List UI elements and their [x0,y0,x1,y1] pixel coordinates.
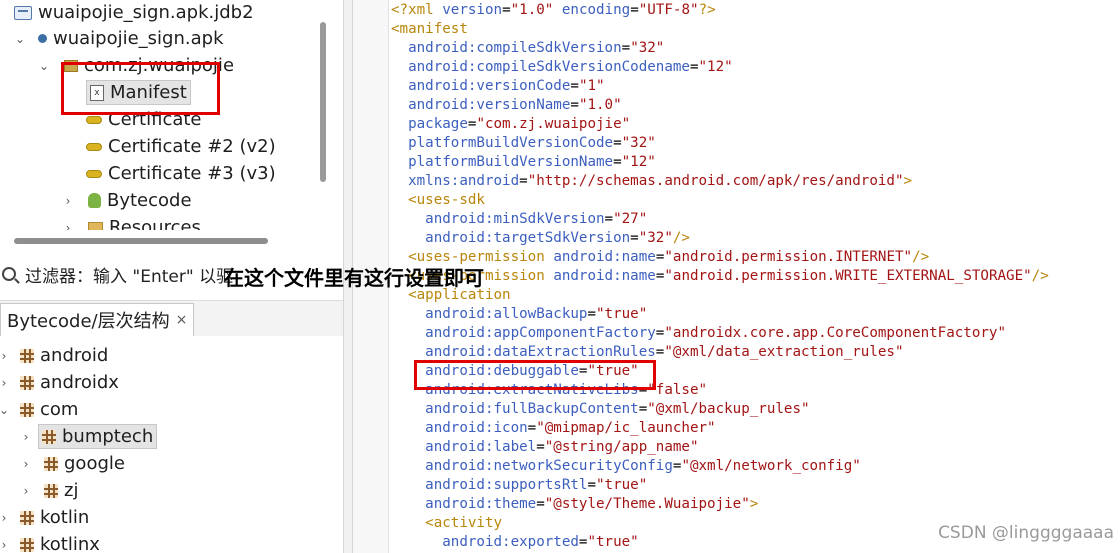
hierarchy-item-com[interactable]: ⌄ com [0,396,78,423]
code-line[interactable]: android:appComponentFactory="androidx.co… [391,324,1120,343]
code-line[interactable]: android:fullBackupContent="@xml/backup_r… [391,400,1120,419]
chevron-down-icon[interactable]: ⌄ [38,59,50,73]
chevron-right-icon[interactable]: › [0,511,10,525]
vertical-scrollbar[interactable] [320,22,326,182]
key-icon [86,115,102,124]
code-line[interactable]: android:versionName="1.0" [391,96,1120,115]
code-line[interactable]: xmlns:android="http://schemas.android.co… [391,172,1120,191]
hierarchy-tree: › android › androidx ⌄ com › bumptech › … [0,340,343,553]
code-line[interactable]: <uses-permission android:name="android.p… [391,267,1120,286]
hierarchy-item-zj[interactable]: › zj [20,477,79,504]
code-line[interactable]: android:allowBackup="true" [391,305,1120,324]
tree-item-bytecode[interactable]: › Bytecode [62,187,192,214]
selected-item[interactable]: bumptech [38,424,158,449]
tree-item-label: androidx [40,372,119,393]
tree-item-apk[interactable]: ⌄ wuaipojie_sign.apk [14,25,224,52]
code-line[interactable]: platformBuildVersionCode="32" [391,134,1120,153]
project-tree: wuaipojie_sign.apk.jdb2 ⌄ wuaipojie_sign… [0,0,312,230]
package-icon [20,402,34,417]
code-line[interactable]: android:supportsRtl="true" [391,476,1120,495]
close-icon[interactable]: × [176,312,188,328]
chevron-right-icon[interactable]: › [20,484,32,498]
tree-item-label: Certificate #2 (v2) [108,136,276,157]
chevron-right-icon[interactable]: › [62,221,74,231]
chevron-right-icon[interactable]: › [20,457,32,471]
code-line[interactable]: android:label="@string/app_name" [391,438,1120,457]
tree-item-label: zj [64,480,79,501]
tree-item-certificate-v2[interactable]: Certificate #2 (v2) [86,133,276,160]
tree-item-certificate-v3[interactable]: Certificate #3 (v3) [86,160,276,187]
chevron-right-icon[interactable]: › [0,376,10,390]
key-icon [86,169,102,178]
hierarchy-item-androidx[interactable]: › androidx [0,369,119,396]
chevron-down-icon[interactable]: ⌄ [14,32,26,46]
code-line[interactable]: <application [391,286,1120,305]
code-line[interactable]: package="com.zj.wuaipojie" [391,115,1120,134]
chevron-right-icon[interactable]: › [0,349,10,363]
annotation-note: 在这个文件里有这行设置即可 [224,266,484,290]
filter-label: 过滤器：输入 "Enter" 以驱 [25,266,234,287]
apk-dot-icon [38,34,47,43]
watermark: CSDN @linggggaaaa [938,523,1114,543]
chevron-right-icon[interactable]: › [0,538,10,552]
chevron-right-icon[interactable]: › [62,194,74,208]
tree-item-label: wuaipojie_sign.apk.jdb2 [38,2,254,23]
tree-item-label: bumptech [62,426,154,447]
tree-item-label: kotlin [40,507,90,528]
code-line[interactable]: <?xml version="1.0" encoding="UTF-8"?> [391,1,1120,20]
code-line[interactable]: <uses-permission android:name="android.p… [391,248,1120,267]
tree-item-jdb2[interactable]: wuaipojie_sign.apk.jdb2 [14,0,254,26]
tab-bar: Bytecode/层次结构 × [0,300,343,336]
package-icon [44,483,58,498]
code-line[interactable]: android:compileSdkVersion="32" [391,39,1120,58]
highlight-box-manifest [61,62,220,115]
horizontal-scrollbar[interactable] [14,238,268,244]
code-line[interactable]: platformBuildVersionName="12" [391,153,1120,172]
tree-item-label: wuaipojie_sign.apk [53,28,224,49]
code-line[interactable]: android:targetSdkVersion="32"/> [391,229,1120,248]
tree-item-label: Resources [109,217,201,230]
hierarchy-item-android[interactable]: › android [0,342,109,369]
package-icon [20,348,34,363]
tab-label: Bytecode/层次结构 [7,311,170,332]
tree-item-label: Bytecode [107,190,192,211]
code-area[interactable]: <?xml version="1.0" encoding="UTF-8"?> <m… [391,1,1120,552]
hierarchy-item-bumptech[interactable]: › bumptech [20,423,158,450]
package-icon [20,537,34,552]
tree-item-label: android [40,345,109,366]
chevron-down-icon[interactable]: ⌄ [0,403,10,417]
hierarchy-item-kotlin[interactable]: › kotlin [0,504,90,531]
package-icon [44,456,58,471]
package-icon [42,429,56,444]
code-line[interactable]: android:icon="@mipmap/ic_launcher" [391,419,1120,438]
tree-item-label: com [40,399,79,420]
chevron-right-icon[interactable]: › [20,430,32,444]
code-line[interactable]: android:compileSdkVersionCodename="12" [391,58,1120,77]
tab-bytecode-hierarchy[interactable]: Bytecode/层次结构 × [0,303,195,336]
code-line[interactable]: android:networkSecurityConfig="@xml/netw… [391,457,1120,476]
tree-item-label: google [64,453,125,474]
android-icon [88,193,101,208]
hierarchy-item-google[interactable]: › google [20,450,125,477]
hierarchy-item-kotlinx[interactable]: › kotlinx [0,531,100,553]
tree-item-label: Certificate #3 (v3) [108,163,276,184]
folder-icon [88,221,103,230]
package-icon [20,510,34,525]
code-line[interactable]: <manifest [391,20,1120,39]
code-line[interactable]: android:theme="@style/Theme.Wuaipojie"> [391,495,1120,514]
tree-item-label: kotlinx [40,534,100,553]
project-file-icon [14,5,32,20]
code-line[interactable]: android:minSdkVersion="27" [391,210,1120,229]
highlight-box-debuggable [414,360,656,390]
package-icon [20,375,34,390]
code-line[interactable]: android:versionCode="1" [391,77,1120,96]
key-icon [86,142,102,151]
search-icon [2,267,16,281]
tree-item-resources[interactable]: › Resources [62,214,201,230]
code-line[interactable]: <uses-sdk [391,191,1120,210]
